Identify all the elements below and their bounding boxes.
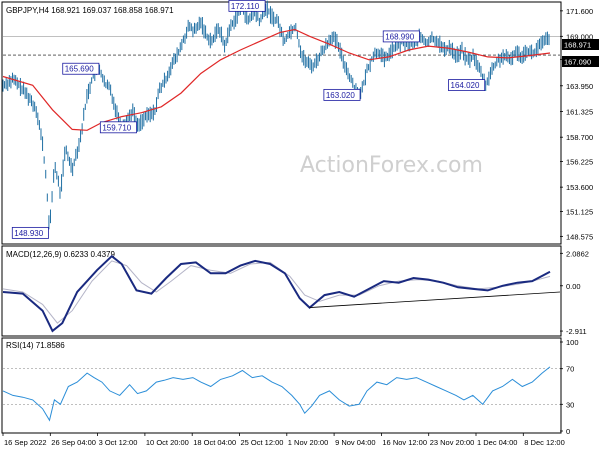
x-tick-label: 10 Oct 20:00 — [146, 438, 189, 447]
extreme-label: 165.690 — [65, 65, 94, 74]
macd-y-tick-label: -2.911 — [566, 327, 587, 336]
price-y-tick-label: 158.700 — [566, 133, 593, 142]
x-tick-label: 3 Oct 12:00 — [99, 438, 138, 447]
macd-y-tick-label: 0.00 — [566, 282, 581, 291]
watermark: ActionForex.com — [300, 153, 483, 178]
x-tick-label: 16 Sep 2022 — [4, 438, 47, 447]
x-tick-label: 23 Nov 20:00 — [430, 438, 475, 447]
x-tick-label: 25 Oct 12:00 — [241, 438, 284, 447]
x-tick-label: 1 Nov 20:00 — [288, 438, 328, 447]
price-y-tick-label: 151.125 — [566, 207, 593, 216]
extreme-label: 164.020 — [451, 81, 480, 90]
chart-area: ActionForex.com GBPJPY,H4 168.921 169.03… — [0, 0, 600, 450]
x-tick-label: 8 Dec 12:00 — [524, 438, 564, 447]
x-tick-label: 26 Sep 04:00 — [51, 438, 96, 447]
extreme-label: 159.710 — [102, 123, 131, 132]
price-y-tick-label: 156.225 — [566, 157, 593, 166]
extreme-label: 163.020 — [326, 91, 355, 100]
rsi-y-tick-label: 100 — [566, 338, 579, 347]
price-y-tick-label: 163.950 — [566, 82, 593, 91]
extreme-label: 168.990 — [385, 32, 414, 41]
macd-y-tick-label: 2.0862 — [566, 249, 589, 258]
extreme-label: 172.110 — [231, 2, 260, 11]
price-y-tick-label: 153.600 — [566, 183, 593, 192]
rsi-y-tick-label: 70 — [566, 365, 574, 374]
last-price-marker: 168.971 — [564, 41, 591, 50]
ma-price-marker: 167.090 — [564, 58, 591, 67]
x-tick-label: 1 Dec 04:00 — [477, 438, 517, 447]
extreme-label: 148.930 — [14, 229, 43, 238]
x-tick-label: 16 Nov 12:00 — [382, 438, 427, 447]
price-panel-title: GBPJPY,H4 168.921 169.037 168.858 168.97… — [6, 6, 174, 15]
rsi-y-tick-label: 30 — [566, 400, 574, 409]
x-tick-label: 9 Nov 04:00 — [335, 438, 375, 447]
rsi-panel-title: RSI(14) 71.8586 — [6, 341, 65, 350]
price-y-tick-label: 171.600 — [566, 7, 593, 16]
x-tick-label: 18 Oct 04:00 — [193, 438, 236, 447]
price-y-tick-label: 161.325 — [566, 107, 593, 116]
macd-panel-title: MACD(12,26,9) 0.6233 0.4379 — [6, 250, 116, 259]
rsi-y-tick-label: 0 — [566, 427, 570, 436]
price-y-tick-label: 148.575 — [566, 232, 593, 241]
